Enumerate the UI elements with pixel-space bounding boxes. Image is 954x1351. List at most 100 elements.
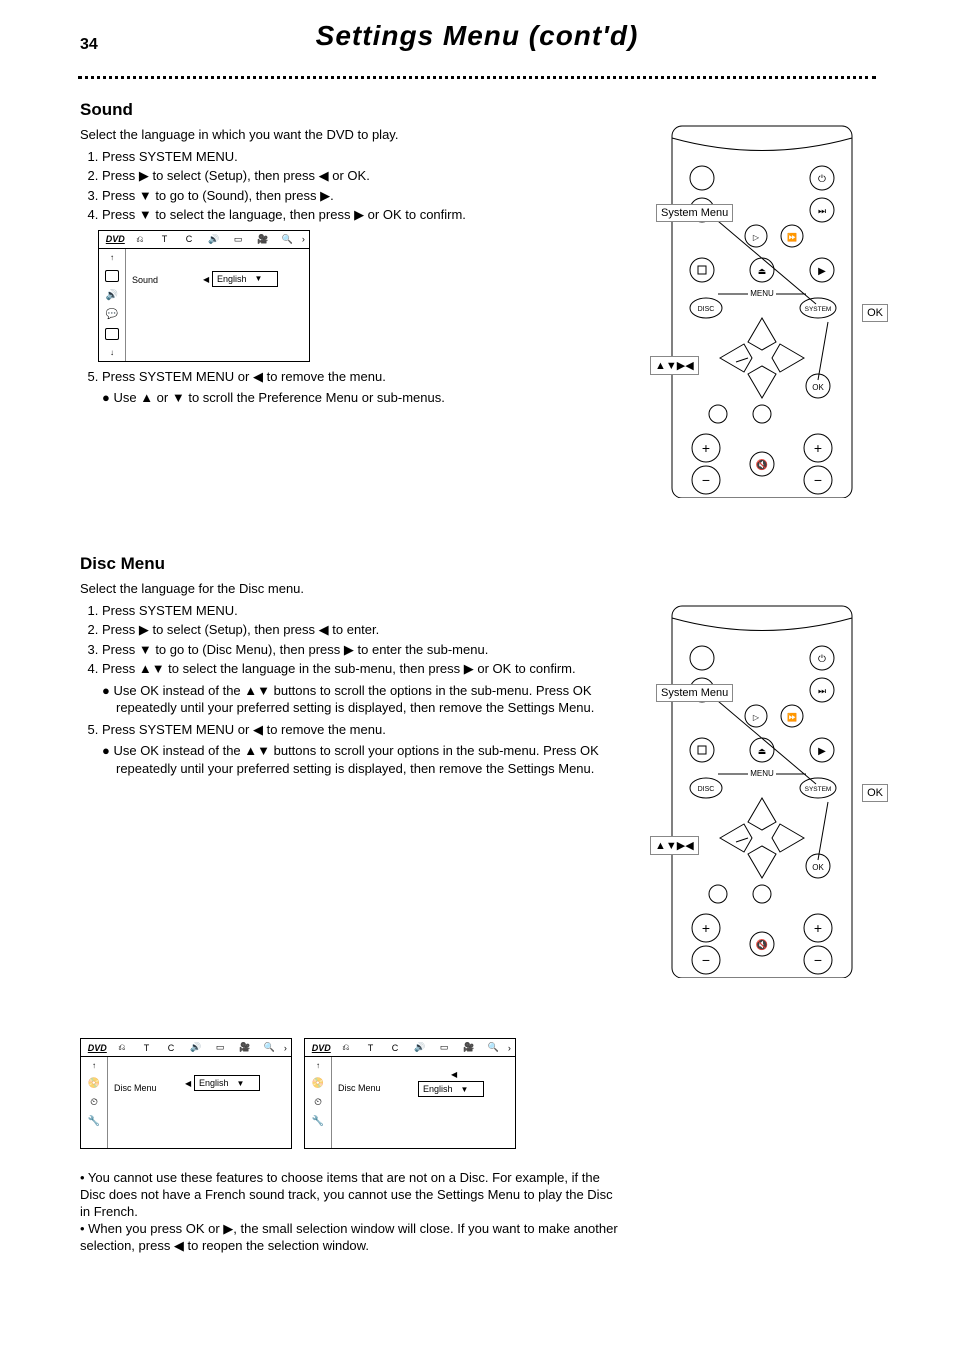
disc-menu-ok-note-2: ● Use OK instead of the ▲▼ buttons to sc… xyxy=(102,742,640,777)
wrench-icon: 🔧 xyxy=(88,1116,100,1127)
callout-arrows: ▲▼▶◀ xyxy=(650,836,699,855)
svg-text:DISC: DISC xyxy=(698,786,715,793)
svg-text:⏭: ⏭ xyxy=(818,686,826,696)
col: T xyxy=(152,234,177,244)
step: Press SYSTEM MENU or ◀ to remove the men… xyxy=(102,721,640,739)
icon: ▭ xyxy=(432,1042,457,1053)
remote-figure-bottom: ⏻ ⏭ ▷ ⏩ ⏏ ▶ MENU xyxy=(658,598,870,983)
page-title: Settings Menu (cont'd) xyxy=(316,20,639,52)
icon: ⎌ xyxy=(334,1042,359,1053)
left-arrow-icon: ◀ xyxy=(451,1070,457,1079)
step: Press ▼ to go to (Sound), then press ▶. xyxy=(102,187,466,205)
col: T xyxy=(358,1043,383,1053)
language-value: English xyxy=(199,1078,229,1088)
col: C xyxy=(383,1043,408,1053)
svg-text:⏩: ⏩ xyxy=(787,232,797,242)
disc-icon: 📀 xyxy=(312,1078,324,1089)
callout-ok: OK xyxy=(862,304,888,322)
svg-text:−: − xyxy=(814,472,822,488)
svg-text:SYSTEM: SYSTEM xyxy=(805,786,832,793)
callout-system-menu: System Menu xyxy=(656,684,733,702)
up-arrow-icon: ↑ xyxy=(110,253,114,262)
svg-text:⏏: ⏏ xyxy=(758,266,767,276)
dvd-label: DVD xyxy=(103,234,128,244)
icon: ⎌ xyxy=(110,1042,135,1053)
sound-icon: 🔊 xyxy=(106,290,118,301)
icon: › xyxy=(300,234,307,244)
language-selector[interactable]: ◀ English ▼ xyxy=(418,1081,484,1097)
up-arrow-icon: ↑ xyxy=(316,1061,320,1070)
step: Press ▶ to select (Setup), then press ◀ … xyxy=(102,621,640,639)
language-selector[interactable]: ◀ English ▼ xyxy=(212,271,278,287)
section-heading-disc-menu: Disc Menu xyxy=(80,554,640,574)
svg-text:+: + xyxy=(702,440,710,456)
step: Press ▼ to select the language, then pre… xyxy=(102,206,466,224)
language-selector[interactable]: ◀ English ▼ xyxy=(194,1075,260,1091)
svg-text:MENU: MENU xyxy=(750,769,774,778)
svg-text:−: − xyxy=(702,952,710,968)
dvd-label: DVD xyxy=(309,1043,334,1053)
sound-steps-cont: Press SYSTEM MENU or ◀ to remove the men… xyxy=(80,368,466,386)
icon: › xyxy=(506,1043,513,1053)
icon: 🎥 xyxy=(232,1042,257,1053)
svg-text:⏩: ⏩ xyxy=(787,712,797,722)
svg-text:−: − xyxy=(702,472,710,488)
svg-text:OK: OK xyxy=(812,863,824,872)
step: Press SYSTEM MENU or ◀ to remove the men… xyxy=(102,368,466,386)
callout-system-menu: System Menu xyxy=(656,204,733,222)
down-arrow-icon: ▼ xyxy=(237,1079,245,1088)
language-value: English xyxy=(217,274,247,284)
menu-label: MENU xyxy=(750,289,774,298)
sound-steps: Press SYSTEM MENU. Press ▶ to select (Se… xyxy=(80,148,466,224)
sound-intro: Select the language in which you want th… xyxy=(80,126,466,144)
language-value: English xyxy=(423,1084,453,1094)
icon: ▭ xyxy=(226,234,251,245)
step: Press ▲▼ to select the language in the s… xyxy=(102,660,640,678)
footer-note: • You cannot use these features to choos… xyxy=(80,1170,620,1254)
disc-menu-label: Disc Menu xyxy=(114,1083,157,1093)
up-arrow-icon: ↑ xyxy=(92,1061,96,1070)
svg-text:⏻: ⏻ xyxy=(818,654,826,665)
svg-text:▷: ▷ xyxy=(753,713,760,722)
icon: 🔊 xyxy=(183,1042,208,1053)
clock-icon: ⏲ xyxy=(90,1097,98,1108)
disc-menu-label: Disc Menu xyxy=(338,1083,381,1093)
down-arrow-icon: ▼ xyxy=(255,274,263,283)
screen-icon xyxy=(105,270,119,282)
svg-text:⏭: ⏭ xyxy=(818,206,826,216)
svg-text:SYSTEM: SYSTEM xyxy=(805,306,832,313)
icon: › xyxy=(282,1043,289,1053)
disc-icon: 📀 xyxy=(88,1078,100,1089)
disc-menu-steps-cont: Press SYSTEM MENU or ◀ to remove the men… xyxy=(80,721,640,739)
callout-arrows: ▲▼▶◀ xyxy=(650,356,699,375)
callout-ok: OK xyxy=(862,784,888,802)
col: C xyxy=(159,1043,184,1053)
svg-text:−: − xyxy=(814,952,822,968)
svg-text:▶: ▶ xyxy=(818,746,826,757)
svg-text:⏏: ⏏ xyxy=(758,746,767,756)
sound-scroll-note: ● Use ▲ or ▼ to scroll the Preference Me… xyxy=(102,389,466,407)
col: T xyxy=(134,1043,159,1053)
disc-submenu-figure-1: DVD ⎌ T C 🔊 ▭ 🎥 🔍 › ↑ 📀 xyxy=(80,1038,292,1149)
svg-text:▷: ▷ xyxy=(753,233,760,242)
svg-text:OK: OK xyxy=(812,383,824,392)
wrench-icon: 🔧 xyxy=(312,1116,324,1127)
sound-submenu-figure: DVD ⎌ T C 🔊 ▭ 🎥 🔍 › ↑ � xyxy=(98,230,310,362)
icon: 🔍 xyxy=(275,234,300,245)
tv-icon xyxy=(105,328,119,340)
subtitle-icon: 💬 xyxy=(106,309,118,320)
left-arrow-icon: ◀ xyxy=(203,275,209,284)
col: C xyxy=(177,234,202,244)
svg-text:DISC: DISC xyxy=(698,306,715,313)
left-arrow-icon: ◀ xyxy=(185,1079,191,1088)
divider xyxy=(78,76,876,79)
remote-figure-top: ⏻ ⏭ ▷ ⏩ ⏏ ▶ xyxy=(658,118,870,503)
icon: 🔊 xyxy=(201,234,226,245)
disc-menu-intro: Select the language for the Disc menu. xyxy=(80,580,640,598)
icon: 🔊 xyxy=(407,1042,432,1053)
dvd-label: DVD xyxy=(85,1043,110,1053)
svg-text:🔇: 🔇 xyxy=(756,938,768,951)
disc-menu-ok-note: ● Use OK instead of the ▲▼ buttons to sc… xyxy=(102,682,640,717)
svg-text:🔇: 🔇 xyxy=(756,458,768,471)
step: Press SYSTEM MENU. xyxy=(102,602,640,620)
